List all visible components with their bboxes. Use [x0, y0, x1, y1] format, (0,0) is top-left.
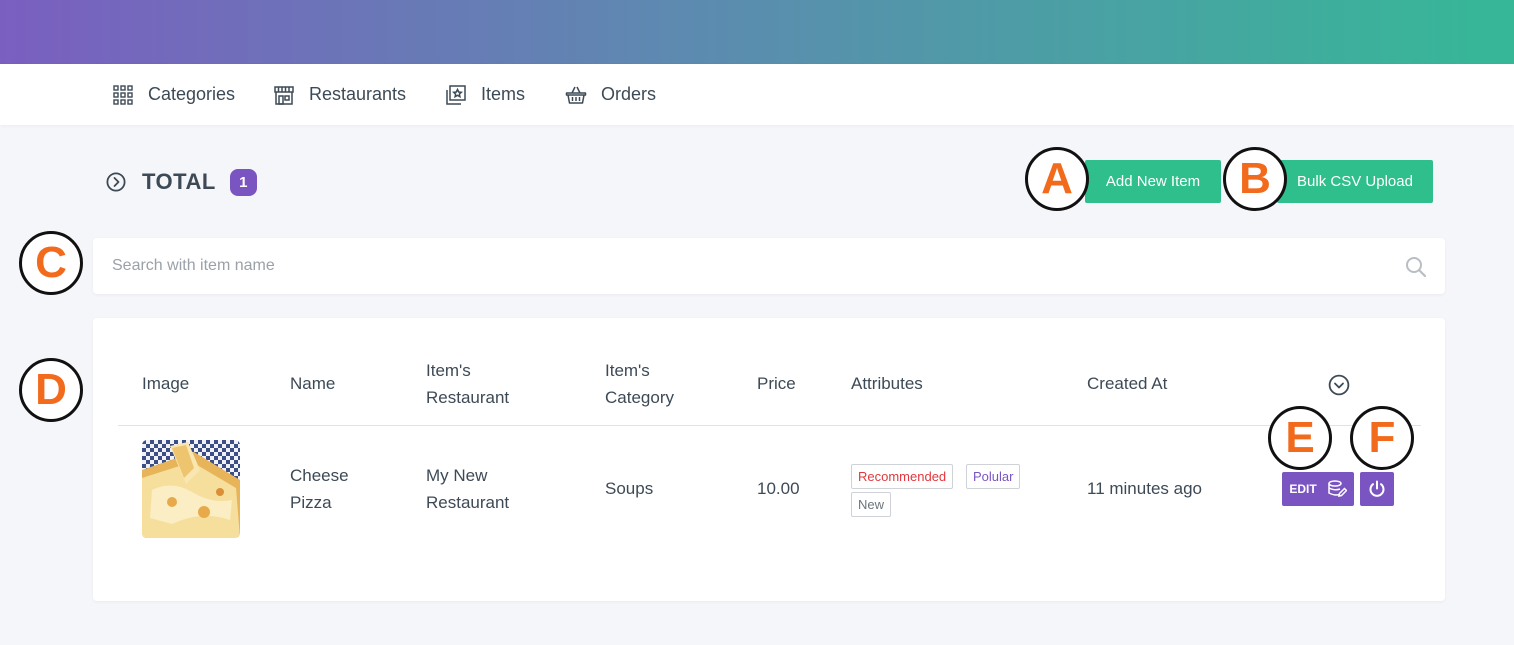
column-header-price: Price: [757, 374, 796, 393]
main-nav: Categories Restaurants Items Orders: [0, 64, 1514, 125]
nav-item-restaurants[interactable]: Restaurants: [273, 64, 406, 125]
edit-label: EDIT: [1289, 482, 1317, 496]
item-restaurant: My New Restaurant: [426, 466, 510, 512]
nav-label: Restaurants: [309, 84, 407, 104]
chevron-down-circle-icon[interactable]: [1328, 374, 1350, 396]
column-header-image: Image: [142, 374, 190, 393]
search-bar: [93, 238, 1445, 294]
total-header: TOTAL 1: [106, 168, 257, 196]
nav-label: Orders: [601, 84, 657, 104]
store-icon: [273, 84, 295, 106]
item-category: Soups: [605, 479, 654, 498]
attribute-tag-recommended: Recommended: [851, 464, 954, 489]
callout-e: E: [1268, 406, 1332, 470]
toggle-active-button[interactable]: [1360, 472, 1394, 506]
nav-label: Items: [481, 84, 526, 104]
power-icon: [1368, 480, 1386, 498]
basket-icon: [565, 84, 587, 106]
edit-item-button[interactable]: EDIT: [1282, 472, 1354, 506]
nav-item-orders[interactable]: Orders: [565, 64, 656, 125]
search-icon[interactable]: [1405, 256, 1427, 278]
bulk-csv-upload-button[interactable]: Bulk CSV Upload: [1277, 160, 1433, 203]
callout-a: A: [1025, 147, 1089, 211]
nav-item-items[interactable]: Items: [445, 64, 525, 125]
image-icon: [445, 84, 467, 106]
total-count-badge: 1: [229, 168, 257, 196]
item-thumbnail: [142, 440, 240, 538]
item-price: 10.00: [757, 479, 800, 498]
column-header-created-at: Created At: [1087, 374, 1168, 393]
column-header-name: Name: [290, 374, 336, 393]
callout-b: B: [1223, 147, 1287, 211]
edit-icon: [1327, 479, 1347, 499]
items-table: Image Name Item's Restaurant Item's Cate…: [93, 318, 1445, 601]
attribute-tag-new: New: [851, 492, 892, 517]
column-header-category: Item's Category: [605, 361, 674, 407]
grid-icon: [112, 84, 134, 106]
callout-d: D: [19, 358, 83, 422]
column-header-restaurant: Item's Restaurant: [426, 361, 510, 407]
callout-f: F: [1350, 406, 1414, 470]
nav-label: Categories: [148, 84, 236, 104]
attribute-tag-popular: Polular: [966, 464, 1021, 489]
top-gradient-bar: [0, 0, 1514, 64]
item-created-at: 11 minutes ago: [1087, 479, 1202, 498]
item-name: Cheese Pizza: [290, 466, 349, 512]
callout-c: C: [19, 231, 83, 295]
chevron-right-circle-icon[interactable]: [106, 172, 126, 192]
search-input[interactable]: [93, 238, 1393, 294]
column-header-attributes: Attributes: [851, 374, 923, 393]
total-label: TOTAL: [142, 169, 216, 194]
header-divider: [118, 425, 1421, 426]
nav-item-categories[interactable]: Categories: [112, 64, 235, 125]
add-new-item-button[interactable]: Add New Item: [1085, 160, 1221, 203]
